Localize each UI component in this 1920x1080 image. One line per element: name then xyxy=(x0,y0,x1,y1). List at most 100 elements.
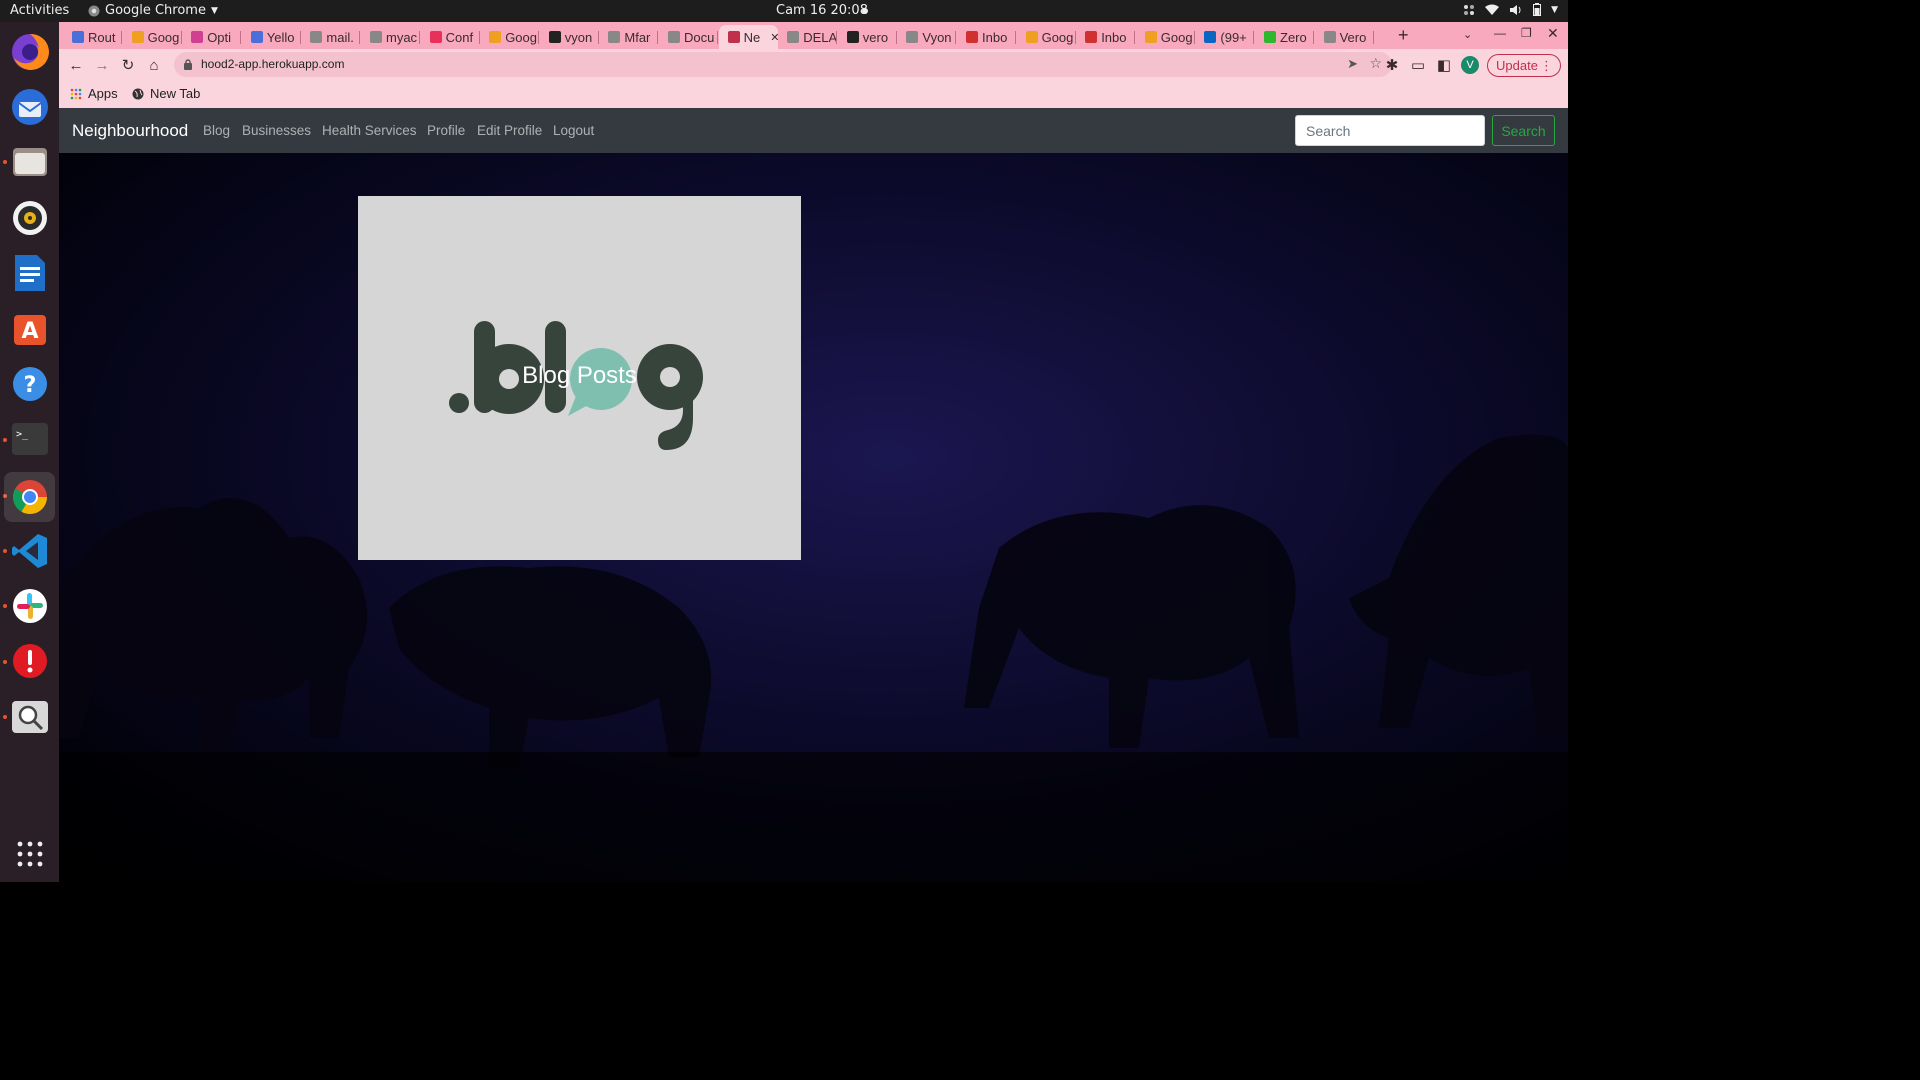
rhythmbox-icon[interactable] xyxy=(8,196,51,239)
tab-favicon-icon xyxy=(310,31,323,43)
browser-tab[interactable]: Opti xyxy=(182,25,242,49)
reload-icon[interactable]: ↻ xyxy=(118,55,138,75)
clock[interactable]: Cam 16 20:08 xyxy=(776,3,868,18)
dock: A ? >_ xyxy=(0,22,59,882)
tab-favicon-icon xyxy=(489,31,502,43)
help-icon[interactable]: ? xyxy=(8,362,51,405)
app-menu[interactable]: Google Chrome ▼ xyxy=(88,3,218,18)
svg-text:>_: >_ xyxy=(16,429,29,440)
nav-link-health-services[interactable]: Health Services xyxy=(322,123,417,138)
slack-icon[interactable] xyxy=(8,584,51,627)
tab-label: vyon xyxy=(564,29,593,45)
magnifier-icon[interactable] xyxy=(8,695,51,738)
search-button[interactable]: Search xyxy=(1492,115,1555,146)
send-tab-icon[interactable]: ➤ xyxy=(1347,56,1358,72)
browser-tab[interactable]: Yello xyxy=(242,25,301,49)
slack-tray-icon[interactable] xyxy=(1463,4,1475,16)
browser-tab[interactable]: Goog xyxy=(480,25,540,49)
browser-tab[interactable]: myac xyxy=(361,25,420,49)
browser-tab[interactable]: Conf xyxy=(421,25,480,49)
browser-tab[interactable]: DELA xyxy=(778,25,838,49)
site-brand[interactable]: Neighbourhood xyxy=(72,121,188,141)
nav-link-businesses[interactable]: Businesses xyxy=(242,123,311,138)
minimize-button[interactable]: — xyxy=(1494,26,1506,40)
firefox-icon[interactable] xyxy=(8,30,51,73)
tab-label: Opti xyxy=(207,29,232,45)
browser-tab[interactable]: vero xyxy=(838,25,897,49)
bookmark-apps[interactable]: Apps xyxy=(70,86,118,101)
side-panel-icon[interactable]: ◧ xyxy=(1434,55,1454,75)
browser-tab[interactable]: Vyon xyxy=(897,25,957,49)
update-alert-icon[interactable] xyxy=(8,639,51,682)
browser-tab[interactable]: vyon xyxy=(540,25,599,49)
web-page: Neighbourhood Blog Businesses Health Ser… xyxy=(59,108,1568,882)
wifi-icon[interactable] xyxy=(1485,4,1500,16)
tab-close-icon[interactable]: ✕ xyxy=(770,31,777,44)
browser-toolbar: ← → ↻ ⌂ hood2-app.herokuapp.com ➤ ☆ ✱ ▭ … xyxy=(59,49,1568,81)
new-tab-button[interactable]: + xyxy=(1398,25,1409,46)
cast-icon[interactable]: ▭ xyxy=(1408,55,1428,75)
bookmark-apps-label: Apps xyxy=(88,86,118,101)
tab-favicon-icon xyxy=(1144,31,1157,43)
vscode-icon[interactable] xyxy=(8,529,51,572)
files-icon[interactable] xyxy=(8,140,51,183)
maximize-button[interactable]: ❐ xyxy=(1521,26,1532,40)
thunderbird-icon[interactable] xyxy=(8,85,51,128)
blog-card[interactable]: Blog Posts xyxy=(358,196,801,560)
browser-tab[interactable]: Rout xyxy=(63,25,122,49)
address-bar[interactable]: hood2-app.herokuapp.com ➤ ☆ xyxy=(174,52,1392,77)
tab-favicon-icon xyxy=(131,31,144,43)
writer-icon[interactable] xyxy=(8,251,51,294)
update-button[interactable]: Update ⋮ xyxy=(1487,54,1561,77)
software-center-icon[interactable]: A xyxy=(8,306,51,349)
tab-favicon-icon xyxy=(846,31,859,43)
tab-favicon-icon xyxy=(370,31,382,43)
tab-label: Ne xyxy=(743,29,761,45)
profile-avatar[interactable]: V xyxy=(1461,56,1479,74)
terminal-icon[interactable]: >_ xyxy=(8,417,51,460)
back-arrow-icon[interactable]: ← xyxy=(66,55,86,75)
bookmark-star-icon[interactable]: ☆ xyxy=(1369,55,1382,72)
nav-link-blog[interactable]: Blog xyxy=(203,123,230,138)
nav-link-edit-profile[interactable]: Edit Profile xyxy=(477,123,542,138)
browser-tab[interactable]: Inbo xyxy=(957,25,1016,49)
site-navbar: Neighbourhood Blog Businesses Health Ser… xyxy=(59,108,1568,153)
browser-tab[interactable]: Vero xyxy=(1315,25,1374,49)
close-window-button[interactable]: ✕ xyxy=(1547,25,1559,42)
tab-search-chevron-icon[interactable]: ⌄ xyxy=(1463,28,1472,41)
blog-card-title: Blog Posts xyxy=(522,362,637,389)
home-icon[interactable]: ⌂ xyxy=(144,55,164,75)
bull-bear-background-image xyxy=(59,434,1568,882)
app-grid-icon[interactable] xyxy=(8,832,51,875)
browser-tab[interactable]: Goog xyxy=(1017,25,1076,49)
activities-button[interactable]: Activities xyxy=(10,3,69,18)
battery-icon[interactable] xyxy=(1533,3,1542,16)
nav-link-logout[interactable]: Logout xyxy=(553,123,594,138)
system-menu-chevron-icon[interactable]: ▼ xyxy=(1551,5,1558,15)
tab-active[interactable]: Ne ✕ xyxy=(718,25,778,49)
bookmark-new-tab[interactable]: New Tab xyxy=(132,86,200,101)
browser-tab[interactable]: Goog xyxy=(123,25,182,49)
browser-tab[interactable]: Docu xyxy=(659,25,718,49)
chrome-icon[interactable] xyxy=(4,472,55,522)
nav-link-profile[interactable]: Profile xyxy=(427,123,465,138)
system-tray[interactable]: ▼ xyxy=(1463,3,1558,16)
browser-tab[interactable]: Goog xyxy=(1136,25,1195,49)
tab-label: Yello xyxy=(266,29,295,45)
tab-favicon-icon xyxy=(191,31,204,43)
browser-tab[interactable]: Inbo xyxy=(1076,25,1136,49)
lock-icon[interactable] xyxy=(184,59,192,70)
volume-icon[interactable] xyxy=(1509,4,1523,16)
tab-favicon-icon xyxy=(966,31,978,43)
browser-tab[interactable]: mail. xyxy=(301,25,361,49)
browser-tab[interactable]: (99+ xyxy=(1195,25,1255,49)
app-menu-label: Google Chrome xyxy=(105,3,206,18)
search-input[interactable] xyxy=(1295,115,1485,146)
extensions-puzzle-icon[interactable]: ✱ xyxy=(1382,55,1402,75)
tab-separator xyxy=(717,31,718,44)
forward-arrow-icon[interactable]: → xyxy=(92,55,112,75)
tab-favicon-icon xyxy=(1085,31,1098,43)
browser-tab[interactable]: Mfar xyxy=(599,25,659,49)
browser-tab[interactable]: Zero xyxy=(1255,25,1314,49)
tab-label: Vyon xyxy=(922,29,952,45)
